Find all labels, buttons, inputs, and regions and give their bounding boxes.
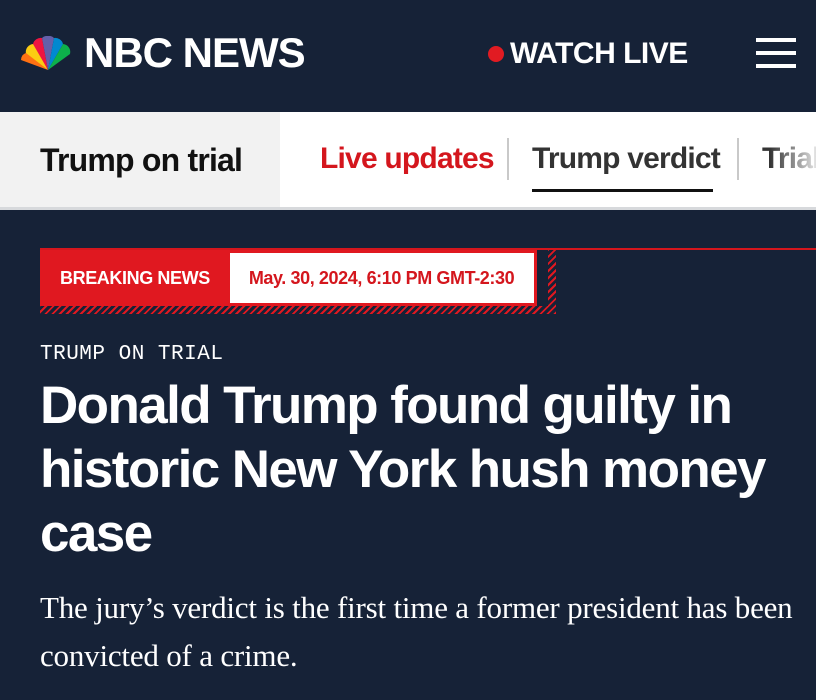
breaking-news-timestamp: May. 30, 2024, 6:10 PM GMT-2:30 <box>229 250 538 306</box>
nav-item-trump-verdict[interactable]: Trump verdict <box>532 142 721 176</box>
breaking-news-banner[interactable]: BREAKING NEWS May. 30, 2024, 6:10 PM GMT… <box>40 250 538 306</box>
site-brand[interactable]: NBC NEWS <box>84 30 306 76</box>
live-dot-icon <box>488 46 504 62</box>
breaking-hatch-shadow-side <box>548 250 556 314</box>
breaking-news-label: BREAKING NEWS <box>40 250 230 306</box>
watch-live-button[interactable]: WATCH LIVE <box>488 34 688 74</box>
section-subnav: Trump on trial Live updates Trump verdic… <box>0 112 816 210</box>
section-title[interactable]: Trump on trial <box>40 142 243 179</box>
breaking-hatch-shadow <box>40 306 556 314</box>
watch-live-label: WATCH LIVE <box>510 37 688 70</box>
nav-divider <box>507 138 509 180</box>
active-nav-underline <box>532 189 713 192</box>
article-headline: Donald Trump found guilty in historic Ne… <box>40 376 766 563</box>
nav-item-live-updates[interactable]: Live updates <box>320 142 495 176</box>
article-dek: The jury’s verdict is the first time a f… <box>40 590 793 673</box>
nav-divider <box>737 138 739 180</box>
site-header: NBC NEWS WATCH LIVE <box>0 0 816 112</box>
nav-item-trial[interactable]: Trial <box>762 142 816 176</box>
article-kicker[interactable]: TRUMP ON TRIAL <box>40 343 223 366</box>
section-title-box: Trump on trial <box>0 112 280 207</box>
hamburger-menu-icon[interactable] <box>756 36 796 70</box>
nbc-peacock-logo[interactable] <box>20 36 76 72</box>
